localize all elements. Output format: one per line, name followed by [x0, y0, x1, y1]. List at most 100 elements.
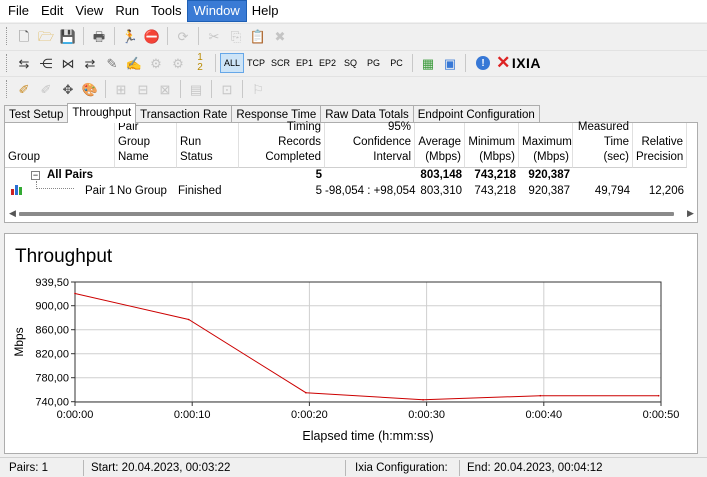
add-multicast-icon[interactable]: ⋲ [35, 52, 57, 74]
x-tick-label: 0:00:50 [643, 409, 680, 421]
paste-icon[interactable]: 📋 [247, 25, 269, 47]
menu-run[interactable]: Run [109, 1, 145, 21]
window-icon[interactable]: ▣ [439, 52, 461, 74]
filter-sq-button[interactable]: SQ [339, 53, 362, 73]
header-timing-records[interactable]: Timing Records Completed [239, 121, 325, 168]
data-point [657, 394, 660, 397]
ixia-logo-x-icon: ✕ [496, 53, 511, 72]
x-tick-label: 0:00:40 [525, 409, 562, 421]
refresh-icon[interactable]: ⟳ [172, 25, 194, 47]
disabled-tool-icon[interactable]: ⚙ [145, 52, 167, 74]
tab-endpoint-configuration[interactable]: Endpoint Configuration [412, 105, 540, 123]
add-pair-icon[interactable]: ⇆ [13, 52, 35, 74]
header-run-status[interactable]: Run Status [177, 123, 239, 168]
filter-ep1-button[interactable]: EP1 [293, 53, 316, 73]
chart-title: Throughput [15, 246, 113, 267]
print-icon[interactable]: 🖶 [88, 25, 110, 47]
collapse-toggle[interactable]: − [31, 171, 40, 180]
main-toolbar: 🗋 🗁 💾 🖶 🏃 ⛔ ⟳ ✂ ⎘ 📋 ✖ [0, 23, 707, 48]
options-icon[interactable]: ✥ [57, 78, 79, 100]
scroll-right-icon[interactable]: ▶ [687, 208, 694, 219]
status-start: Start: 20.04.2023, 00:03:22 [88, 460, 346, 476]
pair1-measured-time: 49,794 [594, 185, 630, 197]
pair-chart-icon [11, 185, 23, 195]
menu-edit[interactable]: Edit [35, 1, 69, 21]
filter-ep2-button[interactable]: EP2 [316, 53, 339, 73]
filter-pc-button[interactable]: PC [385, 53, 408, 73]
menu-window[interactable]: Window [186, 0, 247, 22]
filter-scr-button[interactable]: SCR [268, 53, 293, 73]
status-bar: Pairs: 1 Start: 20.04.2023, 00:03:22 Ixi… [0, 457, 707, 477]
y-tick-label: 780,00 [35, 373, 69, 385]
header-minimum[interactable]: Minimum (Mbps) [465, 123, 519, 168]
disabled-tool-icon[interactable]: ⚙ [167, 52, 189, 74]
header-pair-group-name[interactable]: Pair Group Name [115, 121, 177, 168]
tab-throughput[interactable]: Throughput [67, 103, 137, 123]
pair1-maximum: 920,387 [528, 185, 570, 197]
data-point [305, 391, 307, 394]
new-file-icon[interactable]: 🗋 [13, 25, 35, 47]
export-icon[interactable]: ▦ [417, 52, 439, 74]
options-toolbar: ✐ ✐ ✥ 🎨 ⊞ ⊟ ⊠ ▤ ⊡ ⚐ [0, 76, 707, 101]
menu-view[interactable]: View [69, 1, 109, 21]
toolbar-grip[interactable] [6, 54, 9, 72]
all-pairs-label[interactable]: All Pairs [47, 168, 93, 182]
horizontal-scrollbar[interactable] [19, 212, 674, 216]
pen-icon[interactable]: ✐ [13, 78, 35, 100]
menu-tools[interactable]: Tools [145, 1, 187, 21]
disabled-tool-icon[interactable]: ⊡ [216, 78, 238, 100]
all-pairs-timing-records: 5 [315, 169, 322, 181]
filter-tcp-button[interactable]: TCP [244, 53, 268, 73]
header-measured-time[interactable]: Measured Time (sec) [573, 121, 633, 168]
stop-icon[interactable]: ⛔ [141, 25, 163, 47]
delete-icon[interactable]: ✖ [269, 25, 291, 47]
network-icon[interactable]: ⋈ [57, 52, 79, 74]
results-grid: Group Pair Group Name Run Status Timing … [4, 121, 698, 223]
header-group[interactable]: Group [5, 123, 115, 168]
save-icon[interactable]: 💾 [57, 25, 79, 47]
edit-pair-icon[interactable]: ⇄ [79, 52, 101, 74]
cut-icon[interactable]: ✂ [203, 25, 225, 47]
pair1-confidence: -98,054 : +98,054 [325, 185, 416, 197]
filter-all-button[interactable]: ALL [220, 53, 245, 73]
x-axis-label: Elapsed time (h:mm:ss) [302, 429, 433, 443]
toolbar-grip[interactable] [6, 80, 9, 98]
data-point [74, 292, 76, 295]
sort-icon[interactable]: 12 [189, 52, 211, 74]
disabled-tool-icon[interactable]: ▤ [185, 78, 207, 100]
ixia-logo: ✕ IXIA [496, 53, 542, 72]
copy-icon[interactable]: ⎘ [225, 25, 247, 47]
menu-help[interactable]: Help [246, 1, 285, 21]
tree-connector [36, 181, 74, 189]
disabled-tool-icon[interactable]: ✐ [35, 78, 57, 100]
toolbar-grip[interactable] [6, 27, 9, 45]
open-folder-icon[interactable]: 🗁 [35, 25, 57, 47]
all-pairs-average: 803,148 [420, 169, 462, 181]
data-point [539, 394, 542, 397]
disabled-tool-icon[interactable]: ⊠ [154, 78, 176, 100]
disabled-tool-icon[interactable]: ⊞ [110, 78, 132, 100]
disabled-tool-icon[interactable]: ⊟ [132, 78, 154, 100]
all-pairs-maximum: 920,387 [528, 169, 570, 181]
rename-icon[interactable]: ✍ [123, 52, 145, 74]
edit-script-icon[interactable]: ✎ [101, 52, 123, 74]
disabled-tool-icon[interactable]: ⚐ [247, 78, 269, 100]
header-confidence[interactable]: 95% Confidence Interval [325, 121, 415, 168]
pair1-label[interactable]: Pair 1 [85, 184, 115, 198]
pair1-average: 803,310 [420, 185, 462, 197]
y-tick-label: 820,00 [35, 349, 69, 361]
plot-frame [74, 281, 662, 403]
header-relative-precision[interactable]: Relative Precision [633, 123, 687, 168]
tab-test-setup[interactable]: Test Setup [4, 105, 69, 123]
scroll-left-icon[interactable]: ◀ [9, 208, 16, 219]
header-maximum[interactable]: Maximum (Mbps) [519, 123, 573, 168]
header-average[interactable]: Average (Mbps) [415, 123, 465, 168]
run-icon[interactable]: 🏃 [119, 25, 141, 47]
data-point [422, 398, 424, 401]
menu-file[interactable]: File [2, 1, 35, 21]
status-pairs: Pairs: 1 [6, 460, 84, 476]
info-icon[interactable]: ! [476, 56, 491, 70]
pair-toolbar: ⇆ ⋲ ⋈ ⇄ ✎ ✍ ⚙ ⚙ 12 ALL TCP SCR EP1 EP2 S… [0, 50, 707, 75]
filter-pg-button[interactable]: PG [362, 53, 385, 73]
palette-icon[interactable]: 🎨 [79, 78, 101, 100]
